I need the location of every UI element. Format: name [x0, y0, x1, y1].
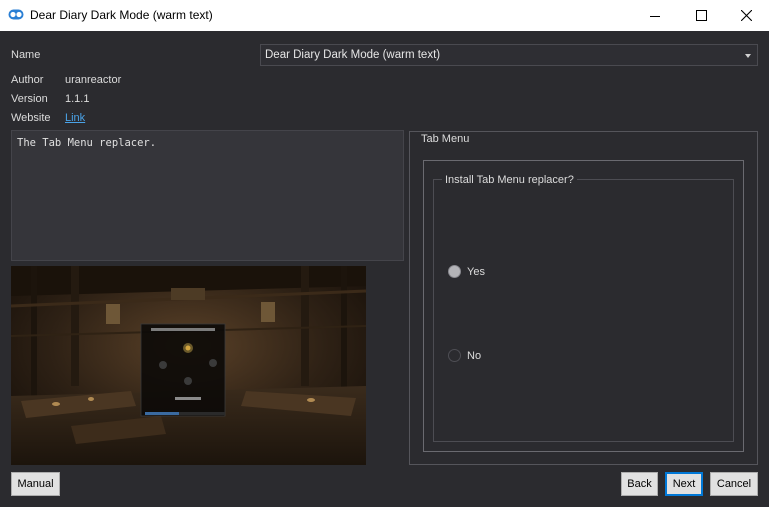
radio-yes[interactable] — [448, 265, 461, 278]
website-link[interactable]: Link — [65, 112, 85, 124]
chevron-down-icon — [745, 54, 751, 58]
window-title: Dear Diary Dark Mode (warm text) — [30, 8, 213, 22]
back-button[interactable]: Back — [621, 472, 658, 496]
preview-picture — [11, 266, 366, 465]
name-label: Name — [11, 49, 41, 61]
version-value: 1.1.1 — [65, 93, 90, 105]
preview-image — [11, 266, 366, 465]
author-value: uranreactor — [65, 74, 122, 86]
maximize-button[interactable] — [678, 0, 724, 31]
close-button[interactable] — [723, 0, 769, 31]
author-label: Author — [11, 74, 44, 86]
description-box: The Tab Menu replacer. — [11, 130, 404, 261]
version-label: Version — [11, 93, 48, 105]
description-text: The Tab Menu replacer. — [17, 137, 157, 149]
install-question-group — [433, 179, 734, 442]
minimize-icon — [650, 15, 660, 17]
name-dropdown[interactable]: Dear Diary Dark Mode (warm text) — [260, 44, 758, 66]
minimize-button[interactable] — [632, 0, 678, 31]
install-question-title: Install Tab Menu replacer? — [442, 174, 577, 186]
next-button[interactable]: Next — [665, 472, 703, 496]
app-icon — [8, 9, 24, 20]
dropdown-selected-value: Dear Diary Dark Mode (warm text) — [265, 49, 441, 61]
maximize-icon — [695, 10, 707, 21]
radio-no-label[interactable]: No — [467, 350, 481, 362]
website-label: Website — [11, 112, 51, 124]
title-bar: Dear Diary Dark Mode (warm text) — [0, 0, 769, 31]
cancel-button[interactable]: Cancel — [710, 472, 758, 496]
close-icon — [740, 10, 752, 21]
manual-button[interactable]: Manual — [11, 472, 60, 496]
tab-menu-group-title: Tab Menu — [418, 133, 473, 145]
radio-yes-label[interactable]: Yes — [467, 266, 485, 278]
radio-no[interactable] — [448, 349, 461, 362]
